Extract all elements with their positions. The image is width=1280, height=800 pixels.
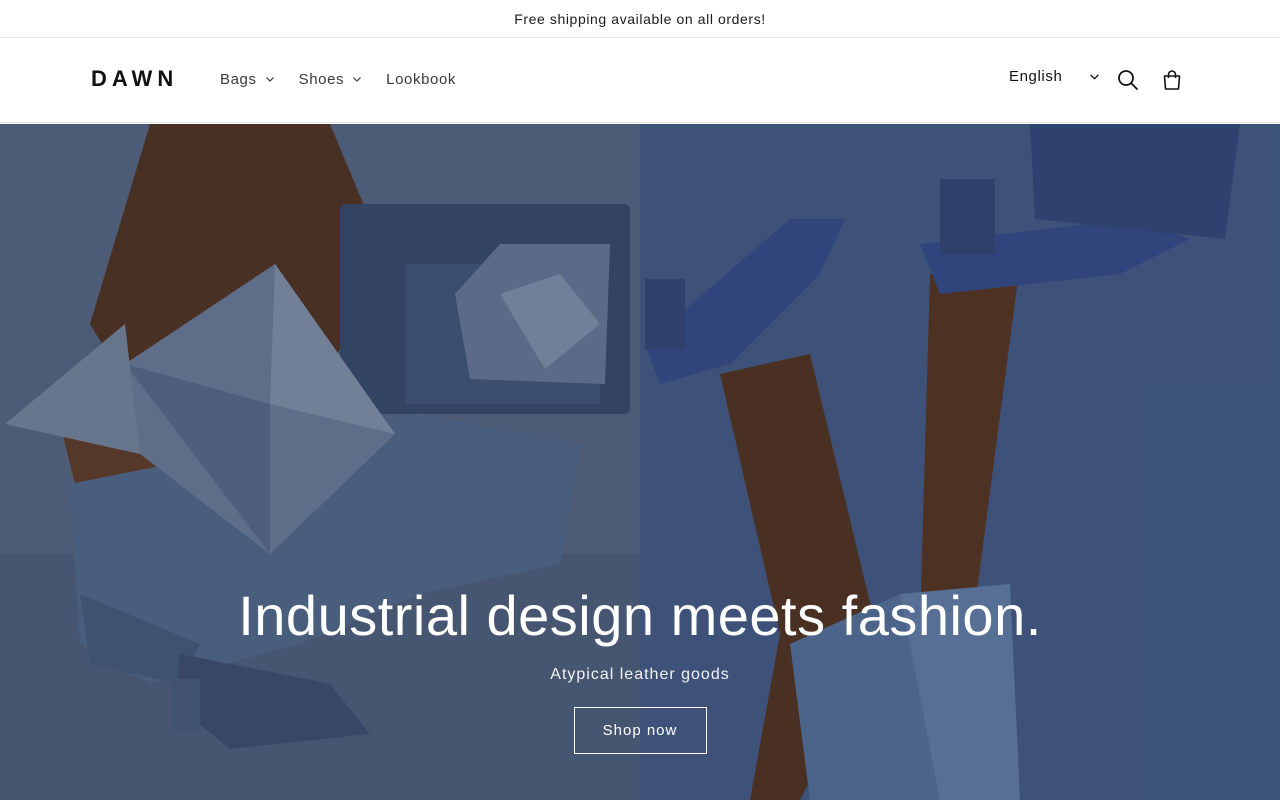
hero-content: Industrial design meets fashion. Atypica… <box>0 584 1280 754</box>
search-icon[interactable] <box>1116 68 1140 92</box>
chevron-down-icon <box>265 77 274 82</box>
shop-now-button[interactable]: Shop now <box>573 707 707 754</box>
nav-item-label: Bags <box>220 70 257 88</box>
announcement-bar: Free shipping available on all orders! <box>0 0 1280 38</box>
site-header: DAWN Bags Shoes Lookbook English <box>0 38 1280 123</box>
cart-icon[interactable] <box>1160 68 1184 92</box>
language-label: English <box>1009 68 1063 85</box>
main-nav: Bags Shoes Lookbook <box>220 68 480 90</box>
hero-heading: Industrial design meets fashion. <box>238 584 1042 647</box>
nav-item-shoes[interactable]: Shoes <box>299 68 363 90</box>
chevron-down-icon <box>1090 74 1100 80</box>
nav-item-label: Shoes <box>298 70 345 88</box>
language-selector[interactable]: English <box>1009 68 1100 85</box>
announcement-text: Free shipping available on all orders! <box>514 10 766 27</box>
nav-item-label: Lookbook <box>386 70 456 88</box>
hero-banner: Industrial design meets fashion. Atypica… <box>0 124 1280 800</box>
hero-subheading: Atypical leather goods <box>550 666 730 683</box>
nav-item-lookbook[interactable]: Lookbook <box>386 68 456 90</box>
logo[interactable]: DAWN <box>91 66 178 92</box>
chevron-down-icon <box>353 77 362 82</box>
nav-item-bags[interactable]: Bags <box>220 68 275 90</box>
